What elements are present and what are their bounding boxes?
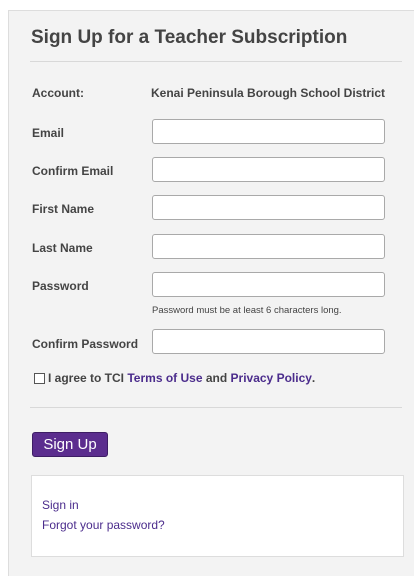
- email-field[interactable]: [152, 119, 385, 144]
- confirm-email-label: Confirm Email: [32, 164, 114, 178]
- last-name-field[interactable]: [152, 234, 385, 259]
- password-field[interactable]: [152, 272, 385, 297]
- password-label: Password: [32, 279, 89, 293]
- confirm-email-field[interactable]: [152, 157, 385, 182]
- page-title: Sign Up for a Teacher Subscription: [31, 27, 348, 48]
- terms-agreement: I agree to TCI Terms of Use and Privacy …: [34, 371, 315, 385]
- sign-in-link[interactable]: Sign in: [42, 498, 79, 512]
- sign-up-button[interactable]: Sign Up: [32, 432, 108, 457]
- email-label: Email: [32, 126, 65, 140]
- account-value: Kenai Peninsula Borough School District: [151, 86, 386, 100]
- first-name-label: First Name: [32, 202, 95, 216]
- form-divider: [30, 407, 402, 408]
- last-name-label: Last Name: [32, 241, 93, 255]
- account-links-box: Sign in Forgot your password?: [31, 475, 404, 557]
- password-hint: Password must be at least 6 characters l…: [152, 305, 342, 316]
- confirm-password-field[interactable]: [152, 329, 385, 354]
- account-label: Account:: [32, 86, 84, 100]
- first-name-field[interactable]: [152, 195, 385, 220]
- agree-suffix: .: [311, 371, 316, 385]
- agree-conjunction: and: [205, 371, 228, 385]
- signup-panel: Sign Up for a Teacher Subscription Accou…: [8, 10, 414, 576]
- title-divider: [30, 61, 402, 62]
- forgot-password-link[interactable]: Forgot your password?: [42, 518, 165, 532]
- privacy-policy-link[interactable]: Privacy Policy: [231, 371, 312, 385]
- page-top-strip: [0, 0, 414, 10]
- agree-checkbox[interactable]: [34, 372, 45, 384]
- agree-prefix: I agree to TCI: [48, 371, 125, 385]
- terms-of-use-link[interactable]: Terms of Use: [127, 371, 202, 385]
- confirm-password-label: Confirm Password: [32, 337, 139, 351]
